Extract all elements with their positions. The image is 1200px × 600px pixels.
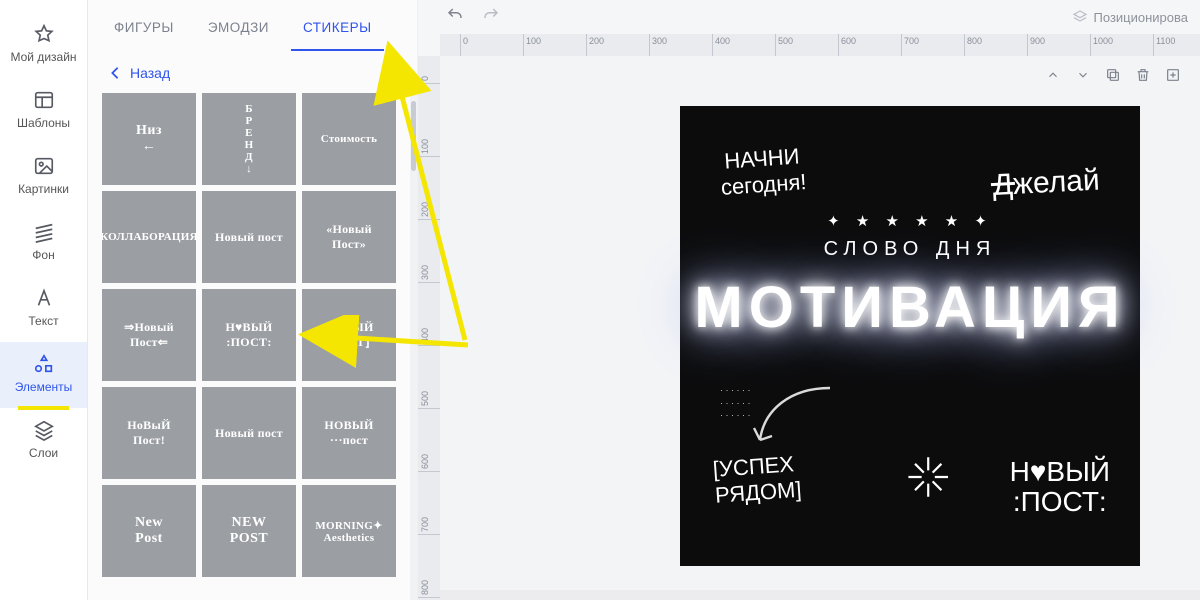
art-sparkle-decoration[interactable] — [870, 437, 950, 522]
panel-tabs: ФИГУРЫ ЭМОДЗИ СТИКЕРЫ — [88, 0, 417, 51]
sticker-item[interactable]: НОВЫЙ ···пост — [302, 387, 396, 479]
back-label: Назад — [130, 65, 170, 81]
art-dots-decoration[interactable]: · · · · · ·· · · · · ·· · · · · · — [720, 384, 751, 422]
text-icon — [32, 286, 56, 310]
sticker-item[interactable]: Б Р Е Н Д ↓ — [202, 93, 296, 185]
panel-scrollbar[interactable] — [410, 93, 417, 600]
sticker-item[interactable]: MORNING✦ Aesthetics — [302, 485, 396, 577]
art-text-top-left[interactable]: НАЧНИ сегодня! — [718, 143, 807, 201]
workspace[interactable]: НАЧНИ сегодня! Джелай ✦ ★ ★ ★ ★ ✦ СЛОВО … — [440, 56, 1200, 600]
nav-templates[interactable]: Шаблоны — [0, 78, 87, 144]
nav-layers[interactable]: Слои — [0, 408, 87, 474]
sticker-item[interactable]: ⇒Новый Пост⇐ — [102, 289, 196, 381]
workspace-scrollbar-h[interactable] — [440, 590, 1200, 600]
art-text-bottom-left[interactable]: [УСПЕХ РЯДОМ] — [706, 451, 802, 509]
nav-background[interactable]: Фон — [0, 210, 87, 276]
canvas-area: Позиционирова 01002003004005006007008009… — [418, 0, 1200, 600]
sticker-item[interactable]: ·КОЛЛАБОРАЦИЯ· — [102, 191, 196, 283]
templates-icon — [32, 88, 56, 112]
canvas-topbar: Позиционирова — [418, 0, 1200, 34]
nav-label: Картинки — [18, 182, 69, 196]
elements-icon — [32, 352, 56, 376]
ruler-vertical: 0100200300400500600700800900 — [418, 56, 440, 600]
ruler-horizontal: 010020030040050060070080090010001100 — [440, 34, 1200, 56]
sticker-item[interactable]: Стоимость — [302, 93, 396, 185]
art-text-bottom-right[interactable]: Н♥ВЫЙ :ПОСТ: — [1010, 457, 1110, 516]
sticker-item[interactable]: Новый пост — [202, 191, 296, 283]
hatch-icon — [32, 220, 56, 244]
redo-button[interactable] — [482, 6, 500, 29]
art-stars[interactable]: ✦ ★ ★ ★ ★ ✦ — [680, 212, 1140, 230]
elements-panel: ФИГУРЫ ЭМОДЗИ СТИКЕРЫ Назад Низ ← Б Р Е … — [88, 0, 418, 600]
sticker-grid: Низ ← Б Р Е Н Д ↓ Стоимость ·КОЛЛАБОРАЦИ… — [102, 93, 399, 577]
sticker-item[interactable]: New Post — [102, 485, 196, 577]
strike-char: Д — [992, 168, 1014, 202]
sticker-scroll[interactable]: Низ ← Б Р Е Н Д ↓ Стоимость ·КОЛЛАБОРАЦИ… — [88, 93, 417, 600]
layers-icon — [32, 418, 56, 442]
nav-label: Фон — [32, 248, 54, 262]
sticker-item[interactable]: Низ ← — [102, 93, 196, 185]
chevron-left-icon — [110, 66, 120, 80]
sticker-item[interactable]: «Новый Пост» — [302, 191, 396, 283]
positioning-label: Позиционирова — [1094, 10, 1188, 25]
chevron-up-icon[interactable] — [1044, 66, 1062, 84]
nav-elements[interactable]: Элементы — [0, 342, 87, 408]
art-word-of-day[interactable]: СЛОВО ДНЯ — [680, 238, 1140, 261]
trash-icon[interactable] — [1134, 66, 1152, 84]
layers-icon — [1072, 9, 1088, 25]
image-icon — [32, 154, 56, 178]
sticker-item[interactable]: Н♥ВЫЙ :ПОСТ: — [202, 289, 296, 381]
nav-label: Элементы — [15, 380, 73, 394]
star-icon — [32, 22, 56, 46]
nav-label: Слои — [29, 446, 58, 460]
back-button[interactable]: Назад — [88, 51, 417, 93]
sticker-item[interactable]: НОВЫЙ ПОСТ⌋ — [302, 289, 396, 381]
sticker-item[interactable]: НоВыЙ Пост! — [102, 387, 196, 479]
sticker-item[interactable]: NEW POST — [202, 485, 296, 577]
undo-button[interactable] — [446, 6, 464, 29]
nav-pictures[interactable]: Картинки — [0, 144, 87, 210]
nav-label: Текст — [28, 314, 58, 328]
copy-icon[interactable] — [1104, 66, 1122, 84]
nav-label: Шаблоны — [17, 116, 70, 130]
chevron-down-icon[interactable] — [1074, 66, 1092, 84]
workspace-tools — [1044, 66, 1182, 84]
tab-stickers[interactable]: СТИКЕРЫ — [291, 10, 384, 51]
tab-emoji[interactable]: ЭМОДЗИ — [196, 10, 281, 51]
art-headline[interactable]: МОТИВАЦИЯ — [680, 274, 1140, 341]
left-nav: Мой дизайн Шаблоны Картинки Фон Текст Эл… — [0, 0, 88, 600]
tab-shapes[interactable]: ФИГУРЫ — [102, 10, 186, 51]
add-icon[interactable] — [1164, 66, 1182, 84]
sticker-item[interactable]: Новый пост — [202, 387, 296, 479]
nav-mydesign[interactable]: Мой дизайн — [0, 12, 87, 78]
nav-text[interactable]: Текст — [0, 276, 87, 342]
nav-label: Мой дизайн — [10, 50, 76, 64]
artboard[interactable]: НАЧНИ сегодня! Джелай ✦ ★ ★ ★ ★ ✦ СЛОВО … — [680, 106, 1140, 566]
positioning-button[interactable]: Позиционирова — [1072, 9, 1188, 25]
